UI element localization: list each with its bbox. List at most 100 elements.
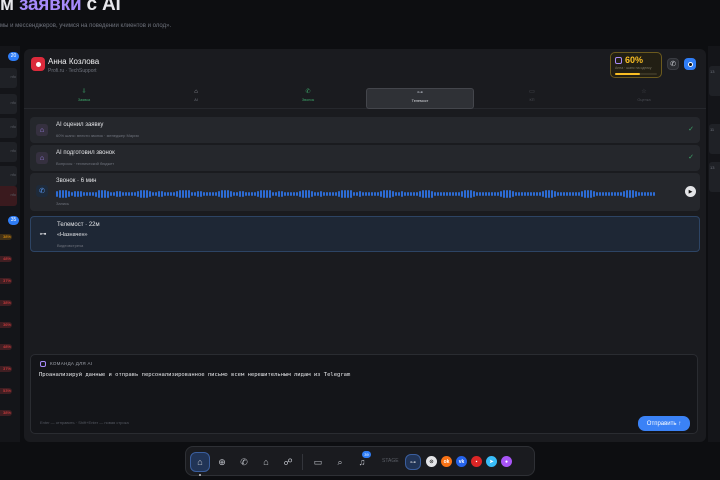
right-card[interactable]: 11 [709,124,720,154]
waveform-bar [518,192,520,196]
waveform-bar [452,191,454,197]
waveform-bar [341,190,343,198]
waveform-bar [503,190,505,198]
waveform-bar [116,191,118,197]
waveform-bar [614,191,616,197]
tab-ai[interactable]: ⌂ AI [142,88,250,109]
right-card[interactable]: 13 [709,66,720,96]
waveform-bar [203,191,205,197]
waveform-bar [449,192,451,196]
page-subtitle: мы и мессенджеров, учимся на поведении к… [0,23,172,29]
waveform-bar [443,191,445,197]
waveform-bar [170,192,172,196]
dock-globe-icon[interactable]: ⊕ [212,452,232,472]
waveform-bar [161,191,163,197]
gem-icon [615,57,622,64]
waveform-bar [560,191,562,197]
waveform-bar [380,190,382,198]
waveform-bar [254,192,256,196]
waveform-bar [143,189,145,199]
waveform-bar [410,191,412,197]
check-icon: ✓ [688,126,694,133]
waveform-bar [554,191,556,197]
tab-telemost[interactable]: ⊶ Телемост [366,88,474,109]
dock-app-telegram-icon[interactable]: ➤ [486,456,497,467]
lead-card[interactable]: nfo [0,68,17,88]
lead-score-pill: 48% [0,344,12,350]
dock-chat-icon[interactable]: ▭ [308,452,328,472]
lead-card[interactable]: nfo [0,94,17,114]
waveform-bar [524,191,526,197]
dock-app-max-icon[interactable]: ● [501,456,512,467]
star-icon: ☆ [641,89,647,95]
waveform-bar [323,191,325,197]
waveform-bar [539,191,541,197]
waveform-bar [578,192,580,196]
dock-app-vk-icon[interactable]: vk [456,456,467,467]
waveform-bar [329,192,331,196]
lead-card[interactable]: nfo [0,118,17,138]
waveform-bar [536,192,538,196]
waveform-bar [422,190,424,198]
tab-proposal[interactable]: ▭ КП [478,88,586,109]
waveform-bar [269,190,271,198]
send-button[interactable]: Отправить ↑ [638,416,690,431]
waveform-bar [482,191,484,197]
dock-key-icon[interactable]: ⊶ [405,454,421,470]
contact-name: Анна Козлова [48,57,100,66]
waveform-bar [101,189,103,199]
call-button[interactable]: ✆ [667,58,679,70]
waveform-bar [248,192,250,196]
dock-users-icon[interactable]: ☍ [278,452,298,472]
waveform-bar [386,189,388,199]
lead-score-pill: 38% [0,234,12,240]
waveform-bar [311,191,313,197]
waveform-bar [500,191,502,197]
timeline-item-ai-call-prep[interactable]: ⌂ AI подготовил звонок Вопросы · техниче… [30,145,700,171]
timeline-item-telemost[interactable]: ⊶ Телемост · 22м «Назначен» Видеовстреча [30,216,700,252]
waveform-bar [404,191,406,197]
waveform-bar [92,192,94,196]
waveform-bar [533,191,535,197]
tab-request[interactable]: ⇩ Заявка [30,88,138,109]
tab-rating[interactable]: ☆ Оценка [590,88,698,109]
waveform-bar [584,190,586,198]
waveform-bar [293,192,295,196]
lead-card[interactable]: nfo [0,166,17,186]
waveform-bar [119,191,121,197]
tab-call[interactable]: ✆ Звонок [254,88,362,109]
dock-app-яндекс-icon[interactable]: ⊙ [426,456,437,467]
avatar [31,57,45,71]
dock-app-avito-icon[interactable]: ▪ [471,456,482,467]
waveform-bar [182,189,184,199]
waveform-bar [515,191,517,197]
waveform-bar [251,192,253,196]
dock-phone-icon[interactable]: ✆ [234,452,254,472]
call-waveform[interactable] [56,189,678,199]
lead-score-pill: 37% [0,278,12,284]
account-button[interactable] [684,58,696,70]
waveform-bar [338,191,340,197]
waveform-bar [179,190,181,198]
waveform-bar [95,191,97,197]
waveform-bar [413,191,415,197]
ai-command-input[interactable]: Проанализируй данные и отправь персонали… [39,372,639,402]
lead-card[interactable]: nfo [0,142,17,162]
waveform-bar [356,192,358,196]
dock-search-icon[interactable]: ⌕ [330,452,350,472]
waveform-bar [239,191,241,197]
lead-card[interactable]: nfo [0,186,17,206]
timeline-item-call[interactable]: ✆ Звонок · 6 мин ▶ Запись [30,173,700,211]
waveform-bar [275,192,277,196]
dock-home-icon[interactable]: ⌂ [190,452,210,472]
dock-app-ok-icon[interactable]: ok [441,456,452,467]
waveform-bar [140,190,142,198]
waveform-bar [596,191,598,197]
waveform-bar [188,190,190,198]
waveform-bar [395,192,397,196]
play-icon[interactable]: ▶ [685,186,696,197]
timeline-item-ai-score[interactable]: ⌂ AI оценил заявку 60% шанс: внести звон… [30,117,700,143]
right-card[interactable]: 13 [709,162,720,192]
waveform-bar [233,192,235,196]
dock-bag-icon[interactable]: ⌂ [256,452,276,472]
